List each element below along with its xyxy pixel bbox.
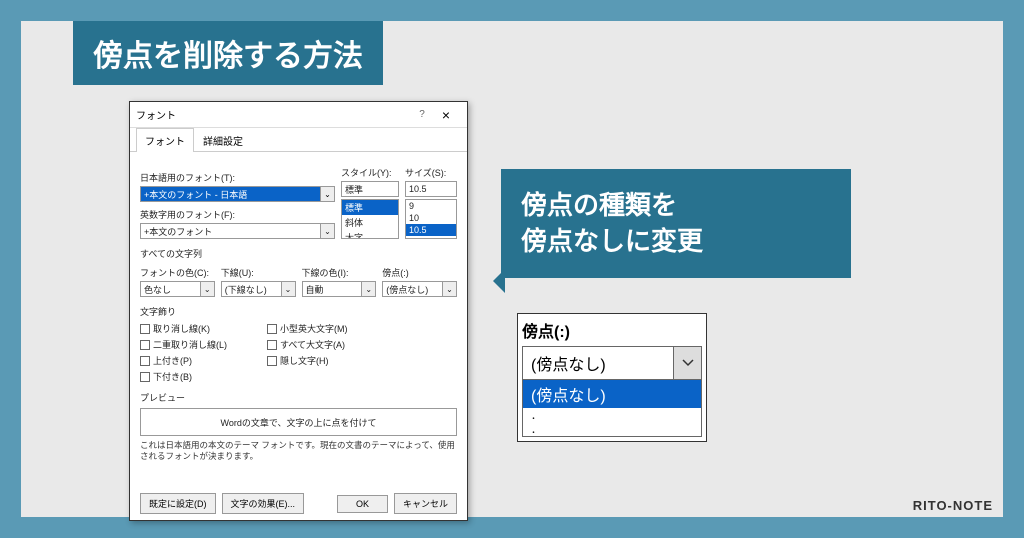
latin-font-value: +本文のフォント xyxy=(144,225,212,238)
set-default-button[interactable]: 既定に設定(D) xyxy=(140,493,216,514)
watermark: RITO-NOTE xyxy=(913,498,993,513)
ok-button[interactable]: OK xyxy=(337,495,388,513)
list-item[interactable]: 10 xyxy=(406,212,456,224)
list-item[interactable]: 9 xyxy=(406,200,456,212)
checkbox-box xyxy=(267,340,277,350)
checkbox-hidden[interactable]: 隠し文字(H) xyxy=(267,354,348,367)
jp-font-value: +本文のフォント - 日本語 xyxy=(144,188,247,201)
checkbox-box xyxy=(140,324,150,334)
checkbox-box xyxy=(267,324,277,334)
underline-color-label: 下線の色(I): xyxy=(302,266,377,279)
preview-section: プレビュー xyxy=(140,391,457,404)
all-text-section: すべての文字列 xyxy=(140,247,457,260)
font-color-select[interactable]: 色なし⌄ xyxy=(140,281,215,297)
dialog-tabs: フォント 詳細設定 xyxy=(130,128,467,152)
chevron-down-icon[interactable]: ⌄ xyxy=(361,282,375,296)
callout-line1: 傍点の種類を xyxy=(521,187,831,223)
popup-value[interactable]: (傍点なし) xyxy=(522,346,674,380)
checkbox-box xyxy=(140,340,150,350)
chevron-down-icon[interactable]: ⌄ xyxy=(200,282,214,296)
tab-advanced[interactable]: 詳細設定 xyxy=(194,128,252,152)
checkbox-smallcaps[interactable]: 小型英大文字(M) xyxy=(267,322,348,335)
cancel-button[interactable]: キャンセル xyxy=(394,493,457,514)
chevron-down-icon[interactable]: ⌄ xyxy=(320,224,334,238)
style-listbox[interactable]: 標準 斜体 太字 xyxy=(341,199,399,239)
dialog-title-text: フォント xyxy=(136,107,176,122)
chevron-down-icon[interactable]: ⌄ xyxy=(281,282,295,296)
chevron-down-icon[interactable] xyxy=(674,346,702,380)
list-item[interactable]: 10.5 xyxy=(406,224,456,236)
latin-font-label: 英数字用のフォント(F): xyxy=(140,208,335,221)
font-dialog: フォント ? × フォント 詳細設定 日本語用のフォント(T): +本文のフォン… xyxy=(129,101,468,521)
preview-box: Wordの文章で、文字の上に点を付けて xyxy=(140,408,457,436)
list-item[interactable]: ･ xyxy=(523,422,701,436)
checkbox-superscript[interactable]: 上付き(P) xyxy=(140,354,227,367)
callout-line2: 傍点なしに変更 xyxy=(521,223,831,259)
dialog-titlebar: フォント ? × xyxy=(130,102,467,128)
checkbox-subscript[interactable]: 下付き(B) xyxy=(140,370,227,383)
checkbox-box xyxy=(267,356,277,366)
checkbox-allcaps[interactable]: すべて大文字(A) xyxy=(267,338,348,351)
underline-select[interactable]: (下線なし)⌄ xyxy=(221,281,296,297)
list-item-selected[interactable]: (傍点なし) xyxy=(523,380,701,408)
text-effects-button[interactable]: 文字の効果(E)... xyxy=(222,493,305,514)
jp-font-label: 日本語用のフォント(T): xyxy=(140,171,335,184)
emphasis-popup: 傍点(:) (傍点なし) (傍点なし) ･ ･ xyxy=(517,313,707,442)
style-label: スタイル(Y): xyxy=(341,166,399,179)
list-item[interactable]: ･ xyxy=(523,408,701,422)
close-icon[interactable]: × xyxy=(431,107,461,123)
help-icon[interactable]: ? xyxy=(413,109,431,120)
size-label: サイズ(S): xyxy=(405,166,457,179)
callout-box: 傍点の種類を 傍点なしに変更 xyxy=(501,169,851,278)
page-title: 傍点を削除する方法 xyxy=(73,21,383,85)
checkbox-strike[interactable]: 取り消し線(K) xyxy=(140,322,227,335)
emphasis-label: 傍点(:) xyxy=(382,266,457,279)
list-item[interactable]: 標準 xyxy=(342,200,398,215)
underline-color-select[interactable]: 自動⌄ xyxy=(302,281,377,297)
tab-font[interactable]: フォント xyxy=(136,128,194,152)
list-item[interactable]: 太字 xyxy=(342,230,398,239)
size-input[interactable]: 10.5 xyxy=(405,181,457,197)
checkbox-box xyxy=(140,372,150,382)
underline-label: 下線(U): xyxy=(221,266,296,279)
popup-listbox[interactable]: (傍点なし) ･ ･ xyxy=(522,380,702,437)
font-color-label: フォントの色(C): xyxy=(140,266,215,279)
checkbox-double-strike[interactable]: 二重取り消し線(L) xyxy=(140,338,227,351)
chevron-down-icon[interactable]: ⌄ xyxy=(442,282,456,296)
jp-font-select[interactable]: +本文のフォント - 日本語 ⌄ xyxy=(140,186,335,202)
font-description: これは日本語用の本文のテーマ フォントです。現在の文書のテーマによって、使用され… xyxy=(140,440,457,462)
size-listbox[interactable]: 9 10 10.5 xyxy=(405,199,457,239)
decoration-section: 文字飾り xyxy=(140,305,457,318)
latin-font-select[interactable]: +本文のフォント ⌄ xyxy=(140,223,335,239)
style-input[interactable]: 標準 xyxy=(341,181,399,197)
chevron-down-icon[interactable]: ⌄ xyxy=(320,187,334,201)
popup-label: 傍点(:) xyxy=(522,318,702,342)
list-item[interactable]: 斜体 xyxy=(342,215,398,230)
emphasis-select[interactable]: (傍点なし)⌄ xyxy=(382,281,457,297)
checkbox-box xyxy=(140,356,150,366)
